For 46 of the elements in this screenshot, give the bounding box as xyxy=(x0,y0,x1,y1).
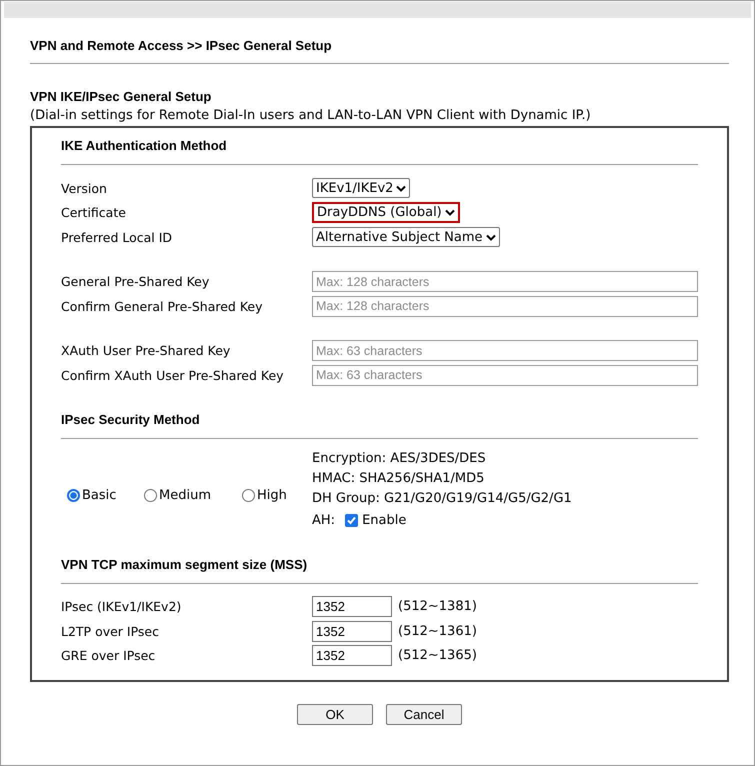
input-field[interactable]: Max: 128 characters xyxy=(312,271,698,292)
chevron-icon xyxy=(396,184,406,192)
section-description: (Dial-in settings for Remote Dial-In users and LAN-to-LAN VPN Client with Dynamic IP.) xyxy=(30,107,592,124)
range-hint: (512~1381) xyxy=(398,599,477,614)
dropdown[interactable]: IKEv1/IKEv2 xyxy=(312,178,410,198)
radio-option[interactable]: High xyxy=(242,488,287,503)
field-label: Preferred Local ID xyxy=(61,230,174,245)
ah-label: AH: xyxy=(312,512,336,530)
radio-button[interactable] xyxy=(67,489,80,502)
dropdown[interactable]: DrayDDNS (Global) xyxy=(312,202,460,224)
range-hint: (512~1361) xyxy=(398,624,477,639)
chevron-icon xyxy=(486,234,496,241)
radio-button[interactable] xyxy=(144,489,157,502)
chevron-icon xyxy=(444,209,455,216)
radio-option[interactable]: Basic xyxy=(67,488,144,503)
field-label: Certificate xyxy=(61,205,127,220)
section-heading: IPsec Security Method xyxy=(61,412,201,428)
field-label: L2TP over IPsec xyxy=(61,624,160,639)
checkbox[interactable] xyxy=(345,514,358,527)
field-label: General Pre-Shared Key xyxy=(61,274,210,290)
cancel-button[interactable]: Cancel xyxy=(386,704,462,725)
input-field[interactable]: 1352 xyxy=(312,620,392,642)
checkbox-label[interactable]: Enable xyxy=(362,510,406,530)
radio-button[interactable] xyxy=(242,489,255,502)
section-heading: IKE Authentication Method xyxy=(61,138,228,154)
security-detail: DH Group: G21/G20/G19/G14/G5/G2/G1 xyxy=(312,490,572,508)
field-label: GRE over IPsec xyxy=(61,648,156,664)
breadcrumb-title: VPN and Remote Access >> IPsec General Setup xyxy=(30,38,333,54)
field-label: IPsec (IKEv1/IKEv2) xyxy=(61,599,182,614)
field-label: XAuth User Pre-Shared Key xyxy=(61,343,232,358)
field-label: Version xyxy=(61,180,108,196)
ok-button[interactable]: OK xyxy=(297,704,373,725)
field-label: Confirm XAuth User Pre-Shared Key xyxy=(61,368,285,383)
input-field[interactable]: Max: 63 characters xyxy=(312,340,698,362)
input-field[interactable]: Max: 63 characters xyxy=(312,364,698,386)
security-detail: HMAC: SHA256/SHA1/MD5 xyxy=(312,470,486,488)
input-field[interactable]: 1352 xyxy=(312,596,392,618)
dropdown[interactable]: Alternative Subject Name xyxy=(312,227,500,248)
section-heading: VPN TCP maximum segment size (MSS) xyxy=(61,556,308,572)
input-field[interactable]: Max: 128 characters xyxy=(312,296,698,317)
range-hint: (512~1365) xyxy=(398,648,477,664)
radio-option[interactable]: Medium xyxy=(144,488,242,503)
security-detail: Encryption: AES/3DES/DES xyxy=(312,450,487,468)
field-label: Confirm General Pre-Shared Key xyxy=(61,298,264,314)
input-field[interactable]: 1352 xyxy=(312,645,392,666)
section-title: VPN IKE/IPsec General Setup xyxy=(30,89,212,104)
